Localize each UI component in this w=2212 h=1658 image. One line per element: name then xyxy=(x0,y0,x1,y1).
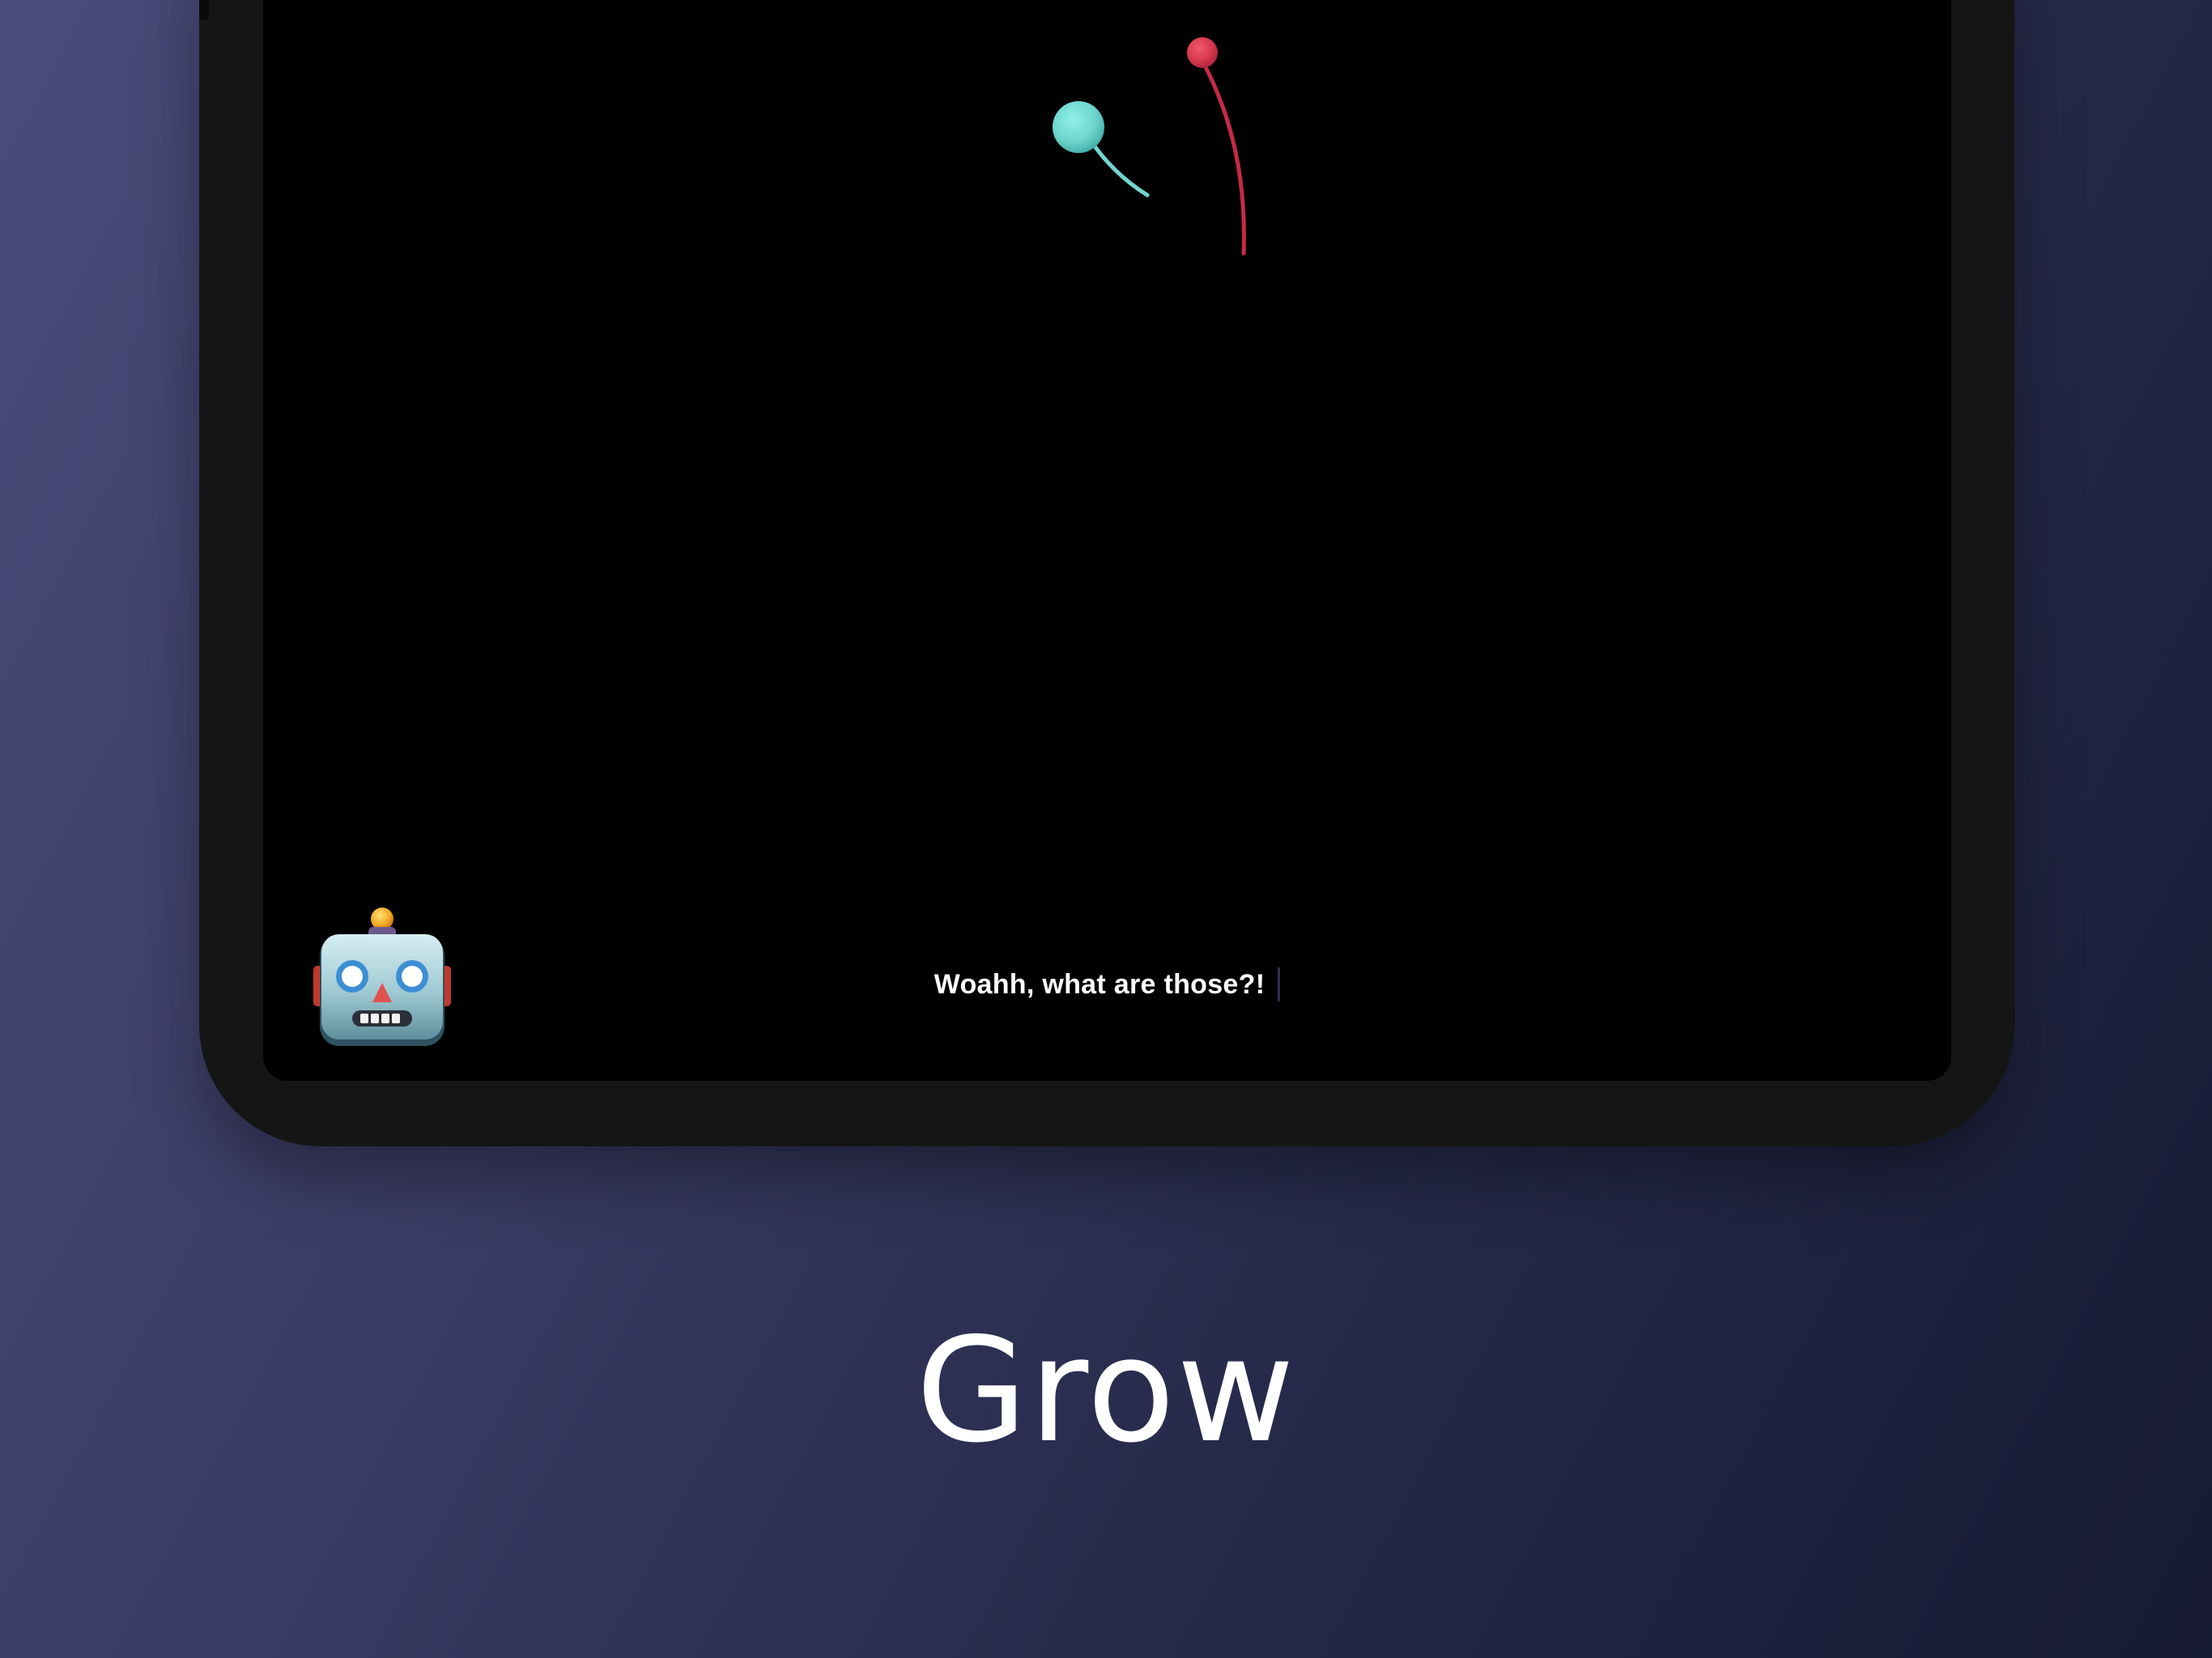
teal-creature[interactable] xyxy=(1053,101,1150,198)
red-creature[interactable] xyxy=(1187,37,1246,256)
text-cursor xyxy=(1278,967,1281,1001)
creature-scene[interactable] xyxy=(263,0,1951,1081)
dialogue-text: Woahh, what are those?! xyxy=(934,968,1266,1000)
promo-title: Grow xyxy=(916,1307,1296,1474)
app-screen[interactable]: Woahh, what are those?! xyxy=(263,0,1951,1081)
red-creature-body xyxy=(1187,37,1218,68)
frame-notch xyxy=(199,0,209,19)
dialogue-line: Woahh, what are those?! xyxy=(263,967,1951,1001)
teal-creature-tail xyxy=(1093,145,1150,198)
red-creature-tail xyxy=(1202,62,1246,256)
teal-creature-body xyxy=(1053,101,1104,153)
tablet-device-frame: Woahh, what are those?! xyxy=(199,0,2014,1146)
